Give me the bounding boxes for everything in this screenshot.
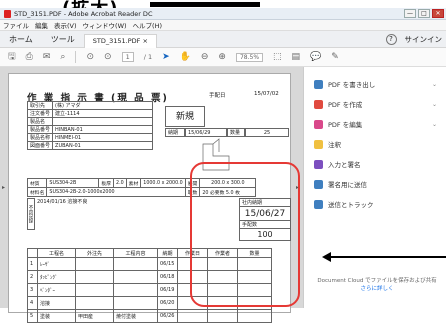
save-icon[interactable]: 🖫	[8, 49, 16, 65]
fill-sign-icon	[314, 159, 323, 169]
tab-bar: ホーム ツール STD_3151.PDF × ? サインイン	[0, 31, 446, 48]
help-icon[interactable]: ?	[385, 34, 397, 45]
comment-tool-icon	[314, 139, 323, 149]
pen-icon[interactable]: ✎	[331, 52, 339, 62]
tab-tools[interactable]: ツール	[42, 34, 84, 45]
form-date: 15/07/02	[254, 91, 279, 97]
tab-document-label: STD_3151.PDF	[92, 36, 141, 45]
maximize-button[interactable]: □	[418, 9, 430, 18]
window-titlebar: STD_3151.PDF - Adobe Acrobat Reader DC —…	[0, 8, 446, 20]
close-tab-icon[interactable]: ×	[142, 37, 147, 45]
tab-document[interactable]: STD_3151.PDF ×	[83, 33, 157, 48]
signin-link[interactable]: サインイン	[405, 34, 443, 45]
header-table: 取引先 (株) アマダ 注文番号 建立-1114 製品名 製品番号 HINBAN-01…	[26, 101, 154, 150]
menu-bar: ファイル 編集 表示(V) ウィンドウ(W) ヘルプ(H)	[0, 20, 446, 31]
learn-more-link[interactable]: さらに詳しく	[312, 285, 442, 293]
tools-panel: PDF を書き出し ⌄ PDF を作成 ⌄ PDF を編集 ⌄ 注釈 入力と署名 署名…	[303, 67, 446, 308]
menu-view[interactable]: 表示(V)	[54, 20, 77, 30]
zoom-select[interactable]: 78.5%	[235, 52, 264, 62]
page-total: / 1	[143, 53, 153, 61]
minimize-button[interactable]: —	[404, 9, 416, 18]
callout-arrow	[322, 252, 446, 262]
overlay-arrow	[150, 2, 260, 7]
left-panel-toggle-icon[interactable]: ▸	[2, 184, 5, 191]
qty-value: 25	[245, 128, 289, 137]
fit-page-icon[interactable]: ⬚	[273, 52, 282, 62]
acrobat-icon	[4, 9, 11, 18]
search-icon[interactable]: ⌕	[60, 52, 65, 62]
cloud-promo: Document Cloud でファイルを保存および共有 さらに詳しく	[312, 277, 442, 293]
edit-pdf-item[interactable]: PDF を編集 ⌄	[314, 119, 437, 129]
fill-sign-item[interactable]: 入力と署名	[314, 159, 361, 169]
export-pdf-item[interactable]: PDF を書き出し ⌄	[314, 79, 437, 89]
comment-icon[interactable]: 💬	[310, 52, 321, 62]
new-badge: 新規	[165, 106, 205, 127]
export-pdf-icon	[314, 79, 323, 89]
zoom-in-icon[interactable]: ⊕	[218, 52, 226, 62]
close-button[interactable]: ✕	[432, 9, 444, 18]
send-track-item[interactable]: 送信とトラック	[314, 199, 374, 209]
deadline-label: 納期	[165, 128, 185, 137]
menu-edit[interactable]: 編集	[35, 20, 48, 30]
chevron-down-icon: ⌄	[432, 80, 438, 88]
email-icon[interactable]: ✉	[43, 52, 51, 62]
send-track-icon	[314, 199, 323, 209]
toolbar-divider	[75, 51, 77, 63]
prev-page-icon[interactable]: ⊙	[86, 52, 94, 62]
scroll-mode-icon[interactable]: ▤	[292, 52, 301, 62]
edit-pdf-icon	[314, 119, 323, 129]
highlight-box	[190, 162, 300, 307]
defect-record-label: 不良記録	[27, 198, 35, 230]
print-icon[interactable]: ⎙	[26, 52, 33, 62]
chevron-down-icon: ⌄	[432, 120, 438, 128]
send-signature-item[interactable]: 署名用に送信	[314, 179, 367, 189]
menu-window[interactable]: ウィンドウ(W)	[83, 20, 127, 30]
create-pdf-item[interactable]: PDF を作成 ⌄	[314, 99, 437, 109]
page-number-input[interactable]: 1	[121, 52, 134, 62]
hand-tool-icon[interactable]: ✋	[180, 52, 191, 62]
window-title: STD_3151.PDF - Adobe Acrobat Reader DC	[14, 9, 153, 18]
menu-file[interactable]: ファイル	[3, 20, 29, 30]
toolbar: 🖫 ⎙ ✉ ⌕ ⊙ ⊙ 1 / 1 ➤ ✋ ⊖ ⊕ 78.5% ⬚ ▤ 💬 ✎	[0, 48, 446, 67]
table-row: 5 塗装 甲田産 焼付塗装 06/26	[27, 309, 272, 323]
menu-help[interactable]: ヘルプ(H)	[133, 20, 162, 30]
form-date-label: 手配日	[209, 93, 226, 99]
create-pdf-icon	[314, 99, 323, 109]
tab-home[interactable]: ホーム	[0, 34, 42, 45]
next-page-icon[interactable]: ⊙	[104, 52, 112, 62]
comment-item[interactable]: 注釈	[314, 139, 341, 149]
select-cursor-icon[interactable]: ➤	[162, 52, 170, 62]
send-signature-icon	[314, 179, 323, 189]
zoom-out-icon[interactable]: ⊖	[201, 52, 209, 62]
chevron-down-icon: ⌄	[432, 100, 438, 108]
